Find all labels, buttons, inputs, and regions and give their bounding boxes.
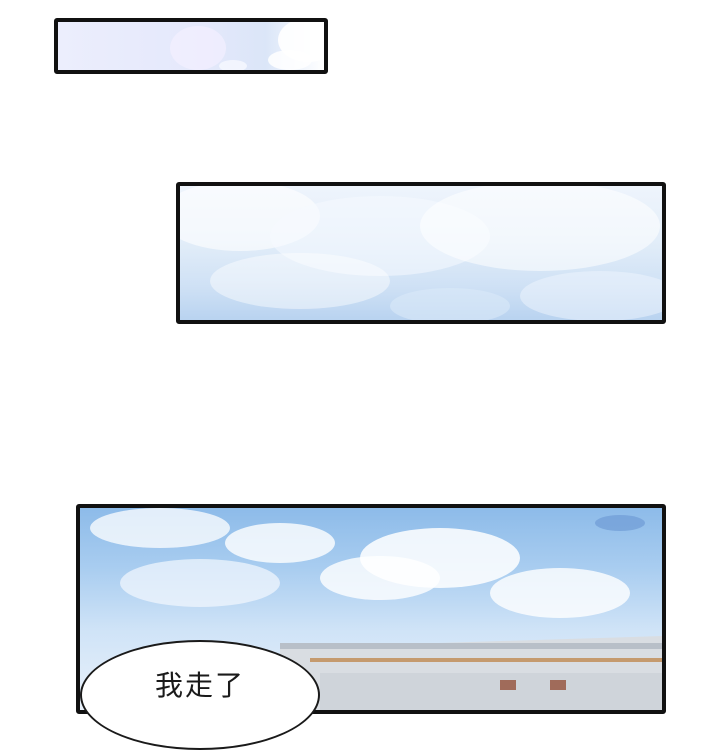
speech-bubble-text: 我走了 [154,669,245,702]
sky-clouds-illustration [180,186,662,320]
speech-bubble: 我走了 [80,640,320,750]
comic-panel-sky-small [54,18,328,74]
comic-panel-sky-clouds [176,182,666,324]
sky-clouds-illustration [170,22,324,70]
